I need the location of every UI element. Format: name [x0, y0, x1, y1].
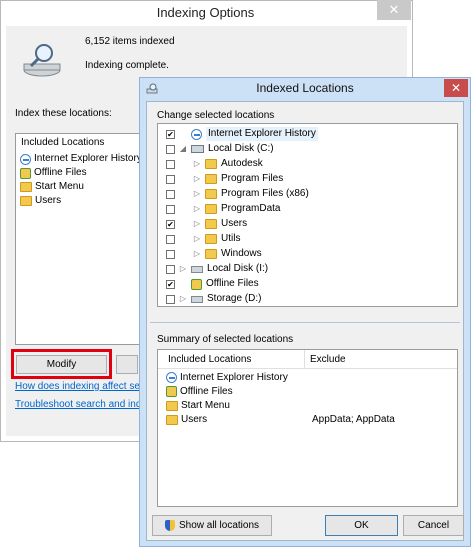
- tree-checkbox[interactable]: ✔: [166, 219, 175, 229]
- tree-checkbox[interactable]: [166, 264, 175, 274]
- tree-checkbox[interactable]: ✔: [166, 279, 175, 289]
- tree-expander[interactable]: ◢: [179, 142, 187, 156]
- tree-expander[interactable]: ▷: [179, 262, 187, 276]
- indexed-locations-title: Indexed Locations: [256, 81, 354, 95]
- show-all-locations-button[interactable]: Show all locations: [152, 515, 272, 536]
- folder-icon: [205, 159, 217, 169]
- tree-item-program-files[interactable]: ▷ Program Files: [166, 172, 283, 186]
- list-item[interactable]: Offline Files: [20, 166, 142, 180]
- offline-files-icon: [191, 278, 202, 290]
- locations-tree[interactable]: ✔ Internet Explorer History ◢ Local Disk…: [157, 123, 458, 307]
- folder-icon: [20, 196, 32, 206]
- tree-item-storage-d[interactable]: ▷ Storage (D:): [166, 292, 261, 306]
- column-header-exclude[interactable]: Exclude: [310, 354, 346, 365]
- folder-icon: [166, 400, 178, 411]
- tree-expander[interactable]: ▷: [193, 202, 201, 216]
- folder-icon: [205, 204, 217, 214]
- folder-icon: [205, 219, 217, 229]
- tree-checkbox[interactable]: [166, 294, 175, 304]
- tree-item-windows[interactable]: ▷ Windows: [166, 247, 262, 261]
- indexing-options-title: Indexing Options: [156, 5, 255, 20]
- ie-icon: [191, 128, 202, 140]
- ok-button[interactable]: OK: [325, 515, 398, 536]
- index-these-locations-label: Index these locations:: [15, 108, 112, 119]
- folder-icon: [205, 174, 217, 184]
- tree-expander[interactable]: ▷: [193, 247, 201, 261]
- tree-expander[interactable]: ▷: [193, 232, 201, 246]
- advanced-button-partial[interactable]: [116, 355, 138, 374]
- summary-selected-locations-label: Summary of selected locations: [157, 334, 294, 345]
- folder-icon: [205, 189, 217, 199]
- indexing-drive-icon: [23, 44, 61, 77]
- uac-shield-icon: [164, 520, 175, 531]
- tree-item-programdata[interactable]: ▷ ProgramData: [166, 202, 280, 216]
- summary-table-header: Included Locations Exclude: [158, 350, 457, 369]
- folder-icon: [166, 414, 178, 425]
- table-row[interactable]: Offline Files: [166, 385, 233, 398]
- tree-checkbox[interactable]: [166, 144, 175, 154]
- table-row[interactable]: Internet Explorer History: [166, 371, 288, 384]
- list-item[interactable]: Users: [20, 194, 142, 208]
- offline-files-icon: [20, 167, 31, 179]
- tree-checkbox[interactable]: [166, 189, 175, 199]
- indexing-status: Indexing complete.: [85, 60, 169, 71]
- troubleshoot-link[interactable]: Troubleshoot search and indexi: [15, 399, 154, 410]
- tree-expander[interactable]: ▷: [179, 292, 187, 306]
- tree-checkbox[interactable]: [166, 204, 175, 214]
- included-locations-header: Included Locations: [21, 137, 105, 148]
- change-selected-locations-label: Change selected locations: [157, 110, 275, 121]
- tree-checkbox[interactable]: [166, 234, 175, 244]
- drive-icon: [191, 295, 203, 303]
- tree-item-users[interactable]: ✔ ▷ Users: [166, 217, 247, 231]
- folder-icon: [205, 249, 217, 259]
- tree-item-ie-history[interactable]: ✔ Internet Explorer History: [166, 127, 318, 141]
- section-divider: [150, 322, 460, 323]
- tree-checkbox[interactable]: [166, 174, 175, 184]
- tree-expander[interactable]: ▷: [193, 157, 201, 171]
- tree-checkbox[interactable]: [166, 249, 175, 259]
- table-row[interactable]: Start Menu: [166, 399, 230, 412]
- exclude-cell: AppData; AppData: [312, 414, 395, 425]
- tree-item-local-disk-i[interactable]: ▷ Local Disk (I:): [166, 262, 268, 276]
- cancel-button[interactable]: Cancel: [403, 515, 464, 536]
- tree-checkbox[interactable]: [166, 159, 175, 169]
- ie-icon: [20, 153, 31, 165]
- folder-icon: [205, 234, 217, 244]
- modify-button[interactable]: Modify: [16, 355, 107, 374]
- folder-icon: [20, 182, 32, 192]
- tree-expander[interactable]: ▷: [193, 187, 201, 201]
- included-locations-list[interactable]: Included Locations Internet Explorer His…: [15, 133, 145, 345]
- tree-item-autodesk[interactable]: ▷ Autodesk: [166, 157, 263, 171]
- offline-files-icon: [166, 386, 177, 397]
- how-indexing-affects-link[interactable]: How does indexing affect searc: [15, 381, 154, 392]
- tree-item-utils[interactable]: ▷ Utils: [166, 232, 240, 246]
- tree-item-program-files-x86[interactable]: ▷ Program Files (x86): [166, 187, 309, 201]
- items-indexed-count: 6,152 items indexed: [85, 36, 175, 47]
- ie-icon: [166, 372, 177, 383]
- list-item[interactable]: Start Menu: [20, 180, 142, 194]
- table-row[interactable]: Users: [166, 413, 207, 426]
- indexed-locations-close-button[interactable]: ✕: [444, 79, 468, 97]
- indexing-options-close-button[interactable]: ✕: [377, 0, 411, 20]
- tree-expander[interactable]: ▷: [193, 172, 201, 186]
- list-item[interactable]: Internet Explorer History: [20, 152, 142, 166]
- tree-item-local-disk-c[interactable]: ◢ Local Disk (C:): [166, 142, 274, 156]
- tree-checkbox[interactable]: ✔: [166, 129, 175, 139]
- column-header-included-locations[interactable]: Included Locations: [168, 354, 251, 365]
- drive-icon: [191, 265, 203, 273]
- tree-expander[interactable]: ▷: [193, 217, 201, 231]
- windows-drive-icon: [191, 145, 204, 153]
- summary-table[interactable]: Included Locations Exclude Internet Expl…: [157, 349, 458, 507]
- tree-item-offline-files[interactable]: ✔ Offline Files: [166, 277, 259, 291]
- column-divider: [304, 350, 305, 368]
